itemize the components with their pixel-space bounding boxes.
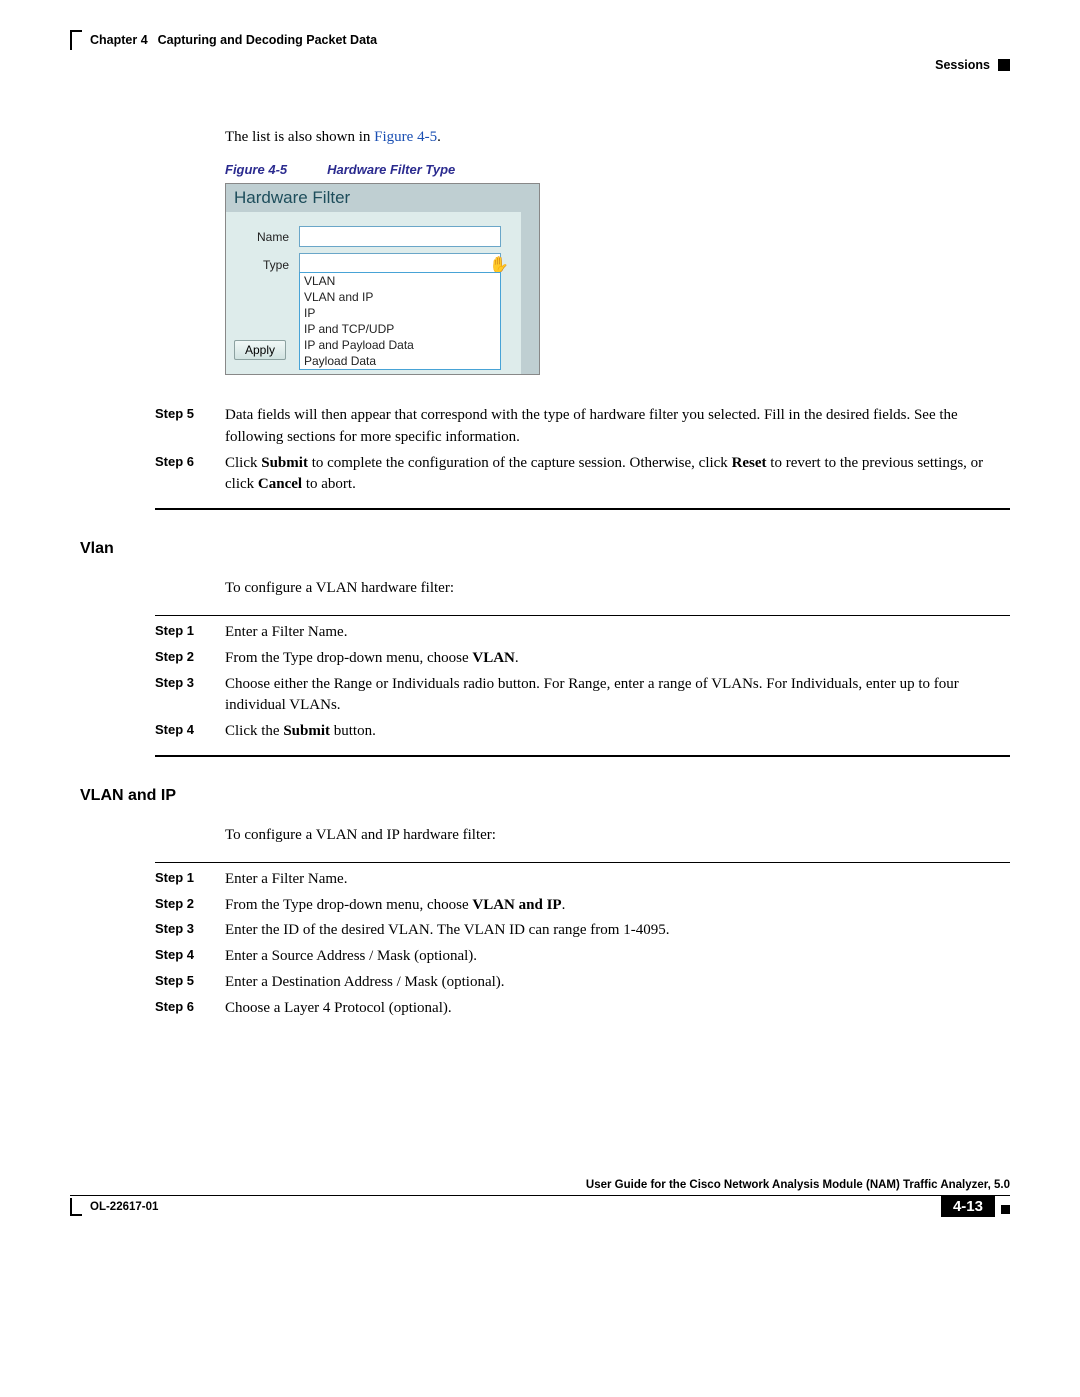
step-text: Enter the ID of the desired VLAN. The VL… bbox=[225, 920, 1010, 942]
step-label: Step 4 bbox=[155, 946, 225, 968]
section-rule bbox=[155, 508, 1010, 510]
hw-filter-panel-title: Hardware Filter bbox=[226, 184, 539, 212]
vlanip-intro: To configure a VLAN and IP hardware filt… bbox=[225, 827, 1010, 844]
decor-square bbox=[998, 59, 1010, 71]
apply-button[interactable]: Apply bbox=[234, 340, 286, 360]
name-input[interactable] bbox=[299, 226, 501, 247]
type-option[interactable]: Payload Data bbox=[300, 353, 500, 369]
steps-rule bbox=[155, 615, 1010, 616]
step-text: Enter a Destination Address / Mask (opti… bbox=[225, 972, 1010, 994]
type-label: Type bbox=[234, 258, 289, 272]
step-text: Enter a Filter Name. bbox=[225, 869, 1010, 891]
figure-caption: Figure 4-5 Hardware Filter Type bbox=[225, 162, 1010, 177]
type-option[interactable]: VLAN and IP bbox=[300, 289, 500, 305]
step-label: Step 4 bbox=[155, 721, 225, 743]
vlan-intro: To configure a VLAN hardware filter: bbox=[225, 580, 1010, 597]
section-heading-vlan: Vlan bbox=[80, 540, 1010, 558]
type-option[interactable]: VLAN bbox=[300, 273, 500, 289]
type-option[interactable]: IP and Payload Data bbox=[300, 337, 500, 353]
vlanip-steps: Step 1Enter a Filter Name. Step 2From th… bbox=[155, 869, 1010, 1020]
decor-square bbox=[1001, 1205, 1010, 1214]
step-text: Enter a Source Address / Mask (optional)… bbox=[225, 946, 1010, 968]
figure-title: Hardware Filter Type bbox=[327, 162, 455, 177]
section-breadcrumb: Sessions bbox=[70, 58, 1010, 72]
type-dropdown-list[interactable]: VLAN VLAN and IP IP IP and TCP/UDP IP an… bbox=[299, 272, 501, 370]
intro-suffix: . bbox=[437, 129, 441, 145]
step-text: Choose either the Range or Individuals r… bbox=[225, 674, 1010, 718]
figure-number: Figure 4-5 bbox=[225, 162, 287, 177]
crop-mark bbox=[70, 30, 82, 50]
step-text: From the Type drop-down menu, choose VLA… bbox=[225, 895, 1010, 917]
intro-paragraph: The list is also shown in Figure 4-5. bbox=[225, 127, 1010, 148]
steps-rule bbox=[155, 862, 1010, 863]
step-label: Step 3 bbox=[155, 674, 225, 718]
name-label: Name bbox=[234, 230, 289, 244]
panel-sidebar-decor bbox=[521, 212, 539, 374]
section-rule bbox=[155, 755, 1010, 757]
document-id: OL-22617-01 bbox=[90, 1201, 158, 1213]
guide-title: User Guide for the Cisco Network Analysi… bbox=[586, 1179, 1010, 1191]
step-label: Step 6 bbox=[155, 998, 225, 1020]
section-heading-vlan-ip: VLAN and IP bbox=[80, 787, 1010, 805]
hardware-filter-figure: Hardware Filter Name Type ✋ Apply bbox=[225, 183, 540, 375]
chapter-number: Chapter 4 bbox=[90, 33, 148, 47]
page-header: Chapter 4 Capturing and Decoding Packet … bbox=[70, 30, 1010, 50]
steps-block-a: Step 5 Data fields will then appear that… bbox=[155, 405, 1010, 496]
vlan-steps: Step 1Enter a Filter Name. Step 2From th… bbox=[155, 622, 1010, 743]
step-row: Step 6 Click Submit to complete the conf… bbox=[155, 453, 1010, 497]
step-text: Click the Submit button. bbox=[225, 721, 1010, 743]
chapter-title: Capturing and Decoding Packet Data bbox=[158, 33, 377, 47]
step-label: Step 5 bbox=[155, 972, 225, 994]
step-label: Step 1 bbox=[155, 622, 225, 644]
step-row: Step 5 Data fields will then appear that… bbox=[155, 405, 1010, 449]
step-text: Choose a Layer 4 Protocol (optional). bbox=[225, 998, 1010, 1020]
step-label: Step 3 bbox=[155, 920, 225, 942]
step-text: Data fields will then appear that corres… bbox=[225, 405, 1010, 449]
section-name: Sessions bbox=[935, 58, 990, 72]
type-option[interactable]: IP bbox=[300, 305, 500, 321]
page-number: 4-13 bbox=[941, 1196, 995, 1217]
step-text: Click Submit to complete the configurati… bbox=[225, 453, 1010, 497]
step-label: Step 2 bbox=[155, 895, 225, 917]
step-label: Step 5 bbox=[155, 405, 225, 449]
step-label: Step 2 bbox=[155, 648, 225, 670]
figure-link[interactable]: Figure 4-5 bbox=[374, 129, 437, 145]
step-label: Step 6 bbox=[155, 453, 225, 497]
page-footer: User Guide for the Cisco Network Analysi… bbox=[70, 1179, 1010, 1217]
step-text: Enter a Filter Name. bbox=[225, 622, 1010, 644]
type-option[interactable]: IP and TCP/UDP bbox=[300, 321, 500, 337]
intro-text: The list is also shown in bbox=[225, 129, 374, 145]
step-label: Step 1 bbox=[155, 869, 225, 891]
crop-mark bbox=[70, 1198, 82, 1216]
step-text: From the Type drop-down menu, choose VLA… bbox=[225, 648, 1010, 670]
